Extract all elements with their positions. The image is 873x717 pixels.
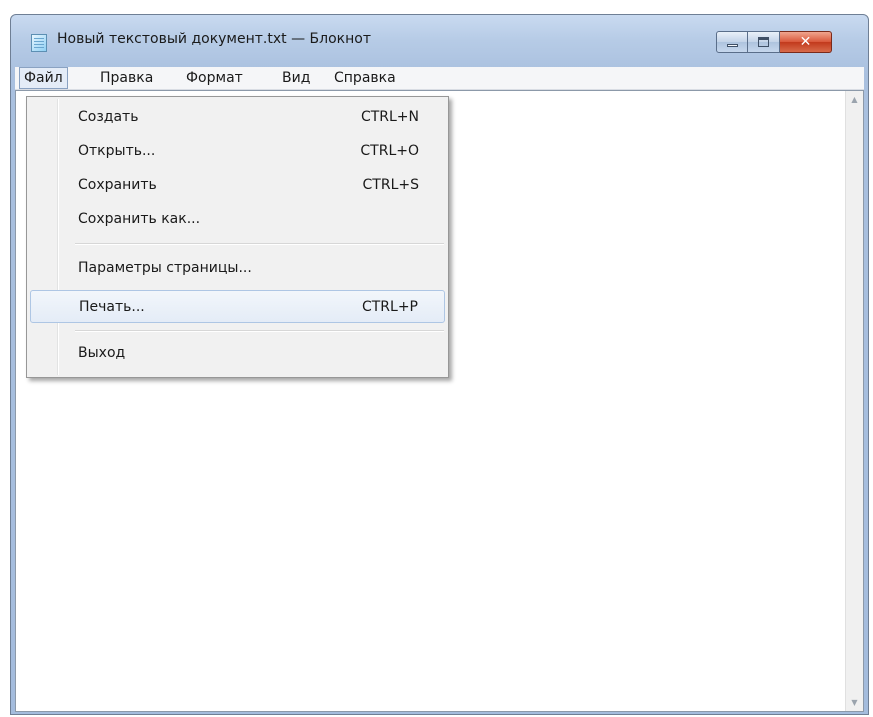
menu-item-label: Создать: [78, 109, 139, 125]
menu-item-shortcut: CTRL+O: [360, 143, 419, 159]
minimize-button[interactable]: [716, 31, 748, 53]
menu-item-shortcut: CTRL+S: [362, 177, 419, 193]
menu-item-open[interactable]: Открыть... CTRL+O: [30, 135, 445, 168]
menu-item-label: Сохранить как...: [78, 211, 201, 227]
menu-item-label: Параметры страницы...: [78, 260, 252, 276]
maximize-button[interactable]: [748, 31, 780, 53]
menu-item-save[interactable]: Сохранить CTRL+S: [30, 169, 445, 202]
menu-item-page-setup[interactable]: Параметры страницы...: [30, 252, 445, 285]
menu-separator: [75, 330, 444, 332]
menu-view[interactable]: Вид: [277, 67, 315, 89]
menu-item-new[interactable]: Создать CTRL+N: [30, 101, 445, 134]
menu-item-label: Печать...: [79, 299, 145, 315]
menu-item-save-as[interactable]: Сохранить как...: [30, 203, 445, 236]
menu-help[interactable]: Справка: [329, 67, 401, 89]
menu-bar: Файл Правка Формат Вид Справка: [15, 67, 864, 90]
menu-item-exit[interactable]: Выход: [30, 337, 445, 370]
notepad-icon: [31, 34, 47, 52]
close-button[interactable]: ✕: [780, 31, 832, 53]
menu-item-label: Выход: [78, 345, 126, 361]
file-menu-dropdown: Создать CTRL+N Открыть... CTRL+O Сохрани…: [26, 96, 449, 378]
menu-item-shortcut: CTRL+N: [360, 109, 419, 125]
scroll-up-icon[interactable]: ▲: [846, 91, 863, 108]
minimize-icon: [727, 44, 738, 47]
title-bar[interactable]: Новый текстовый документ.txt — Блокнот ✕: [11, 15, 868, 67]
scroll-down-icon[interactable]: ▼: [846, 694, 863, 711]
close-icon: ✕: [799, 34, 812, 50]
vertical-scrollbar[interactable]: ▲ ▼: [845, 91, 863, 711]
menu-edit[interactable]: Правка: [95, 67, 158, 89]
menu-item-print[interactable]: Печать... CTRL+P: [30, 290, 445, 323]
menu-item-label: Открыть...: [78, 143, 156, 159]
menu-item-shortcut: CTRL+P: [361, 299, 418, 315]
menu-file[interactable]: Файл: [19, 67, 68, 89]
menu-separator: [75, 243, 444, 245]
menu-format[interactable]: Формат: [181, 67, 248, 89]
maximize-icon: [758, 37, 769, 47]
window-title: Новый текстовый документ.txt — Блокнот: [57, 31, 371, 47]
menu-item-label: Сохранить: [78, 177, 157, 193]
